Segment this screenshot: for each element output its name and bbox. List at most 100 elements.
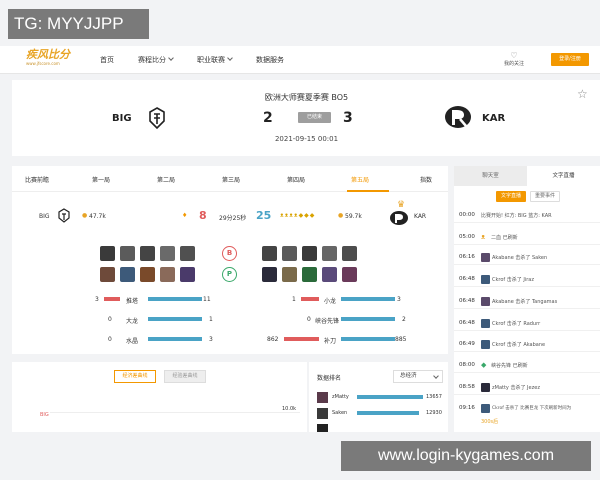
obj-count: 0 (108, 316, 112, 323)
hero-icon (302, 267, 317, 282)
obj-value: 1 (209, 316, 213, 323)
event-desc: 峡谷先锋 已刷新 (491, 363, 528, 369)
hero-icon (481, 275, 490, 284)
nav-data[interactable]: 数据服务 (256, 55, 284, 65)
filter-events-button[interactable]: 重要事件 (530, 191, 560, 202)
summary-right-team: KAR (414, 213, 427, 220)
top-nav: 疾风比分 www.jfscore.com 首页 赛程比分 职业联赛 数据服务 ♡… (0, 46, 600, 74)
obj-count: 1 (292, 296, 296, 303)
favorite-icon: ♡ (510, 51, 518, 60)
tab-game-4[interactable]: 第四局 (287, 175, 305, 184)
match-title: 欧洲大师赛夏季赛 BO5 (264, 93, 349, 102)
tab-odds[interactable]: 指数 (420, 175, 432, 184)
dragon-icon: ᴥ (481, 233, 486, 241)
nav-leagues[interactable]: 职业联赛 (197, 55, 233, 65)
event-row: 06:48 Ckrof 击杀了 Radurr (454, 317, 600, 331)
tab-live-text[interactable]: 文字直播 (527, 166, 600, 186)
obj-bar-blue (148, 337, 202, 341)
hero-icon (120, 246, 135, 261)
event-time: 05:00 (459, 234, 475, 240)
event-row: 06:48 Ckrof 击杀了 Jiraz (454, 273, 600, 287)
star-icon[interactable]: ☆ (577, 87, 588, 101)
rank-title: 数据排名 (317, 375, 342, 382)
event-time: 06:48 (459, 276, 475, 282)
nav-home[interactable]: 首页 (100, 55, 114, 65)
site-logo[interactable]: 疾风比分 www.jfscore.com (26, 49, 80, 67)
tab-game-2[interactable]: 第二局 (157, 175, 175, 184)
favorites-button[interactable]: ♡ 我的关注 (500, 51, 528, 67)
chevron-down-icon (433, 373, 439, 379)
event-desc: Ckrof 击杀了 Radurr (492, 321, 541, 327)
nav-schedule[interactable]: 赛程比分 (138, 55, 174, 65)
obj-bar-red (301, 297, 319, 301)
obj-label: 大龙 (126, 318, 139, 325)
tab-game-3[interactable]: 第三局 (222, 175, 240, 184)
obj-label: 小龙 (324, 298, 337, 305)
event-time: 06:49 (459, 341, 475, 347)
obj-bar-red (104, 297, 120, 301)
obj-value: 11 (203, 296, 211, 303)
event-desc: 300s后 (481, 419, 499, 425)
obj-label: 水晶 (126, 338, 139, 345)
event-desc: zMatty 击杀了 Jezez (492, 385, 540, 391)
obj-bar-blue (148, 317, 202, 321)
divider (454, 308, 600, 309)
tab-game-5[interactable]: 第五局 (351, 175, 369, 184)
login-button[interactable]: 登录/注册 (551, 53, 589, 66)
obj-count: 0 (108, 336, 112, 343)
rank-value: 13657 (426, 394, 442, 400)
hero-icon (160, 267, 175, 282)
hero-icon (160, 246, 175, 261)
hero-icon (100, 246, 115, 261)
filter-live-button[interactable]: 文字直播 (496, 191, 526, 202)
event-time: 08:58 (459, 384, 475, 390)
hero-icon (140, 246, 155, 261)
gold-icon: ● (338, 212, 344, 219)
rank-select[interactable]: 总经济 (393, 370, 443, 383)
tab-chatroom[interactable]: 聊天室 (454, 166, 527, 186)
kill-icon: ♦ (182, 212, 188, 219)
summary-left-team: BIG (39, 213, 50, 220)
obj-value: 3 (397, 296, 401, 303)
hero-icon (140, 267, 155, 282)
obj-count: 862 (267, 336, 279, 343)
event-desc: 比赛开始! 红方: BIG 蓝方: KAR (481, 213, 552, 219)
pick-label-icon: P (222, 267, 237, 282)
hero-icon (481, 297, 490, 306)
divider (454, 244, 600, 245)
watermark-top: TG: MYYJJPP (8, 9, 149, 39)
xp-diff-button[interactable]: 经验差曲线 (164, 370, 206, 383)
curve-team-label: BIG (40, 412, 49, 418)
event-time: 00:00 (459, 212, 475, 218)
event-row: 06:49 Ckrof 击杀了 Akabane (454, 338, 600, 352)
tab-game-1[interactable]: 第一局 (92, 175, 110, 184)
herald-icon: ◆ (481, 361, 487, 369)
chevron-down-icon (227, 55, 233, 61)
event-row: 08:00 ◆ 峡谷先锋 已刷新 (454, 359, 600, 373)
event-row: 00:00 比赛开始! 红方: BIG 蓝方: KAR (454, 209, 600, 223)
game-duration: 29分25秒 (219, 215, 247, 222)
event-row: 300s后 (454, 415, 600, 429)
hero-icon (322, 246, 337, 261)
divider (454, 394, 600, 395)
hero-icon (100, 267, 115, 282)
team-right-name[interactable]: KAR (482, 113, 505, 124)
event-row: 06:16 Akabane 击杀了 Saken (454, 251, 600, 265)
divider (454, 330, 600, 331)
divider (454, 222, 600, 223)
divider (454, 351, 600, 352)
main-menu: 首页 赛程比分 职业联赛 数据服务 (100, 55, 308, 65)
player-avatar (317, 408, 328, 419)
hero-icon (302, 246, 317, 261)
team-left-name[interactable]: BIG (112, 113, 132, 124)
obj-bar-blue (341, 297, 395, 301)
hero-icon (262, 267, 277, 282)
right-kills: 25 (256, 209, 272, 222)
event-desc: 二血 已刷新 (491, 235, 518, 241)
left-gold: 47.7k (89, 213, 106, 220)
score-left: 2 (263, 110, 273, 126)
tab-preview[interactable]: 比赛前瞻 (25, 175, 49, 184)
gold-diff-button[interactable]: 经济差曲线 (114, 370, 156, 383)
hero-icon (481, 253, 490, 262)
chevron-down-icon (168, 55, 174, 61)
